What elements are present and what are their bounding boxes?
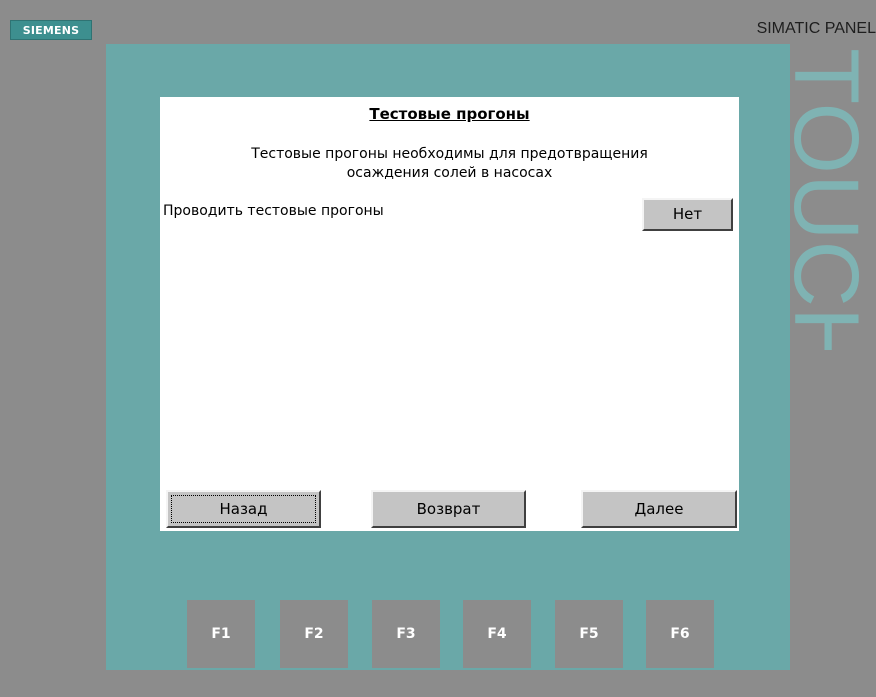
function-key-f2[interactable]: F2: [280, 600, 348, 668]
next-button[interactable]: Далее: [581, 490, 737, 528]
description-line-2: осаждения солей в насосах: [346, 165, 553, 181]
hmi-screen: Тестовые прогоны Тестовые прогоны необхо…: [160, 97, 739, 531]
panel-header: SIEMENS SIMATIC PANEL: [0, 0, 876, 44]
page-description: Тестовые прогоны необходимы для предотвр…: [160, 145, 739, 183]
touch-label-text: TOUCH: [793, 50, 873, 350]
test-runs-label: Проводить тестовые прогоны: [163, 203, 384, 219]
return-button[interactable]: Возврат: [371, 490, 526, 528]
siemens-logo: SIEMENS: [10, 20, 92, 40]
page-title: Тестовые прогоны: [369, 105, 530, 123]
function-key-f4[interactable]: F4: [463, 600, 531, 668]
hmi-panel: SIEMENS SIMATIC PANEL TOUCH Тестовые про…: [0, 0, 876, 697]
description-line-1: Тестовые прогоны необходимы для предотвр…: [251, 146, 648, 162]
back-button[interactable]: Назад: [166, 490, 321, 528]
back-button-label: Назад: [171, 495, 316, 523]
touch-label: TOUCH: [793, 50, 873, 350]
model-label: SIMATIC PANEL: [756, 20, 876, 37]
test-runs-toggle-button[interactable]: Нет: [642, 198, 733, 231]
function-key-f1[interactable]: F1: [187, 600, 255, 668]
function-key-f6[interactable]: F6: [646, 600, 714, 668]
function-key-f3[interactable]: F3: [372, 600, 440, 668]
function-key-f5[interactable]: F5: [555, 600, 623, 668]
